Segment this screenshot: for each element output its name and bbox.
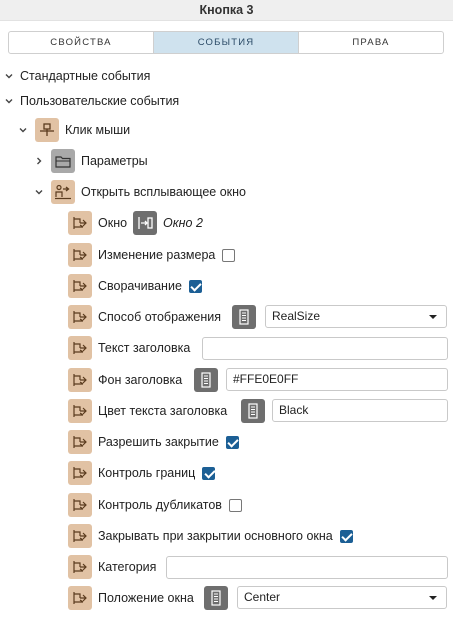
property-arrows-icon	[68, 211, 92, 235]
folder-icon	[51, 149, 75, 173]
property-title-bg: Фон заголовка	[68, 368, 182, 392]
allow-close-checkbox[interactable]	[225, 435, 239, 449]
property-minimize: Сворачивание	[68, 274, 202, 298]
minimize-checkbox[interactable]	[188, 279, 202, 293]
tree-item-parameters[interactable]: Параметры	[34, 149, 148, 173]
property-label: Контроль границ	[98, 466, 196, 480]
property-label: Цвет текста заголовка	[98, 404, 228, 418]
tree-label: Клик мыши	[65, 123, 131, 137]
category-input[interactable]	[166, 556, 448, 579]
property-arrows-icon	[68, 399, 92, 423]
tab-rights[interactable]: ПРАВА	[298, 32, 443, 53]
event-node-icon	[35, 118, 59, 142]
property-window: Окно Окно 2	[68, 211, 203, 235]
tree-item-custom-events[interactable]: Пользовательские события	[4, 89, 179, 113]
property-label: Изменение размера	[98, 248, 216, 262]
property-label: Положение окна	[98, 591, 194, 605]
chevron-right-icon[interactable]	[34, 156, 44, 166]
property-arrows-icon	[68, 305, 92, 329]
tree-item-standard-events[interactable]: Стандартные события	[4, 64, 150, 88]
property-arrows-icon	[68, 430, 92, 454]
property-label: Разрешить закрытие	[98, 435, 219, 449]
chevron-down-icon[interactable]	[18, 125, 28, 135]
tab-events[interactable]: СОБЫТИЯ	[153, 32, 298, 53]
title-bg-input[interactable]: #FFE0E0FF	[226, 368, 448, 391]
tab-properties[interactable]: СВОЙСТВА	[9, 32, 153, 53]
property-resize: Изменение размера	[68, 243, 236, 267]
binding-icon[interactable]	[194, 368, 218, 392]
window-ref-value[interactable]: Окно 2	[163, 216, 203, 230]
duplicates-control-checkbox[interactable]	[228, 498, 242, 512]
property-label: Закрывать при закрытии основного окна	[98, 529, 333, 543]
open-popup-icon	[51, 180, 75, 204]
window-position-select[interactable]: Center	[237, 586, 447, 609]
tree-item-mouse-click[interactable]: Клик мыши	[18, 118, 130, 142]
property-label: Контроль дубликатов	[98, 498, 222, 512]
property-label: Способ отображения	[98, 310, 221, 324]
property-arrows-icon	[68, 586, 92, 610]
property-arrows-icon	[68, 493, 92, 517]
property-duplicates-control: Контроль дубликатов	[68, 493, 242, 517]
chevron-down-icon[interactable]	[4, 96, 14, 106]
property-title-color: Цвет текста заголовка	[68, 399, 227, 423]
property-window-position: Положение окна	[68, 586, 194, 610]
property-label: Текст заголовка	[98, 341, 191, 355]
tree-label: Пользовательские события	[20, 94, 180, 108]
title-color-input[interactable]: Black	[272, 399, 448, 422]
binding-icon[interactable]	[241, 399, 265, 423]
window-ref-icon[interactable]	[133, 211, 158, 235]
property-arrows-icon	[68, 243, 92, 267]
property-arrows-icon	[68, 368, 92, 392]
property-arrows-icon	[68, 461, 92, 485]
chevron-down-icon[interactable]	[4, 71, 14, 81]
property-arrows-icon	[68, 336, 92, 360]
property-label: Сворачивание	[98, 279, 182, 293]
tab-bar: СВОЙСТВА СОБЫТИЯ ПРАВА	[8, 31, 444, 54]
panel-title: Кнопка 3	[0, 0, 453, 21]
resize-checkbox[interactable]	[222, 248, 236, 262]
tree-item-open-popup[interactable]: Открыть всплывающее окно	[34, 180, 246, 204]
tree-label: Параметры	[81, 154, 148, 168]
property-allow-close: Разрешить закрытие	[68, 430, 239, 454]
title-text-input[interactable]	[202, 337, 448, 360]
property-bounds-control: Контроль границ	[68, 461, 216, 485]
close-with-main-checkbox[interactable]	[339, 529, 353, 543]
property-label: Категория	[98, 560, 157, 574]
chevron-down-icon[interactable]	[34, 187, 44, 197]
binding-icon[interactable]	[232, 305, 256, 329]
bounds-control-checkbox[interactable]	[202, 466, 216, 480]
display-mode-select[interactable]: RealSize	[265, 305, 447, 328]
tree-label: Открыть всплывающее окно	[81, 185, 246, 199]
tree-label: Стандартные события	[20, 69, 151, 83]
property-arrows-icon	[68, 555, 92, 579]
property-arrows-icon	[68, 524, 92, 548]
property-close-with-main: Закрывать при закрытии основного окна	[68, 524, 353, 548]
property-arrows-icon	[68, 274, 92, 298]
property-title-text: Текст заголовка	[68, 336, 190, 360]
property-display-mode: Способ отображения	[68, 305, 221, 329]
property-label: Фон заголовка	[98, 373, 183, 387]
property-category: Категория	[68, 555, 156, 579]
binding-icon[interactable]	[204, 586, 228, 610]
property-label: Окно	[98, 216, 128, 230]
